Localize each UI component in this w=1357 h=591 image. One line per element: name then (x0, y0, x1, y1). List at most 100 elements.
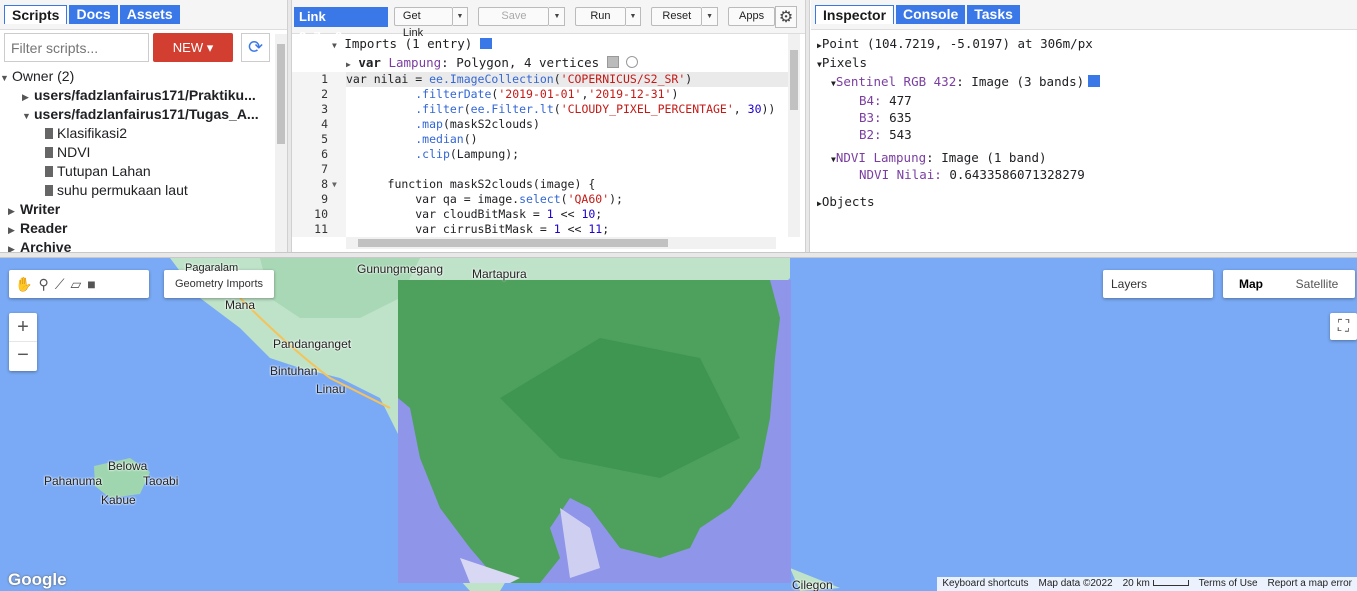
file-icon (45, 128, 53, 139)
tab-inspector[interactable]: Inspector (815, 5, 895, 24)
report-error-link[interactable]: Report a map error (1263, 577, 1357, 591)
file-icon (45, 147, 53, 158)
line-icon[interactable]: ⟋ (55, 276, 65, 293)
marker-icon[interactable]: ⚲ (38, 276, 48, 293)
tree-writer[interactable]: ▶ Writer (0, 200, 268, 219)
pixels-row[interactable]: ▼Pixels (817, 53, 1347, 72)
scale-line (1152, 580, 1189, 586)
list-icon[interactable] (479, 38, 492, 49)
code-line: 4 .map(maskS2clouds) (292, 117, 792, 132)
keyboard-shortcuts-link[interactable]: Keyboard shortcuts (937, 577, 1033, 591)
hand-icon[interactable]: ✋ (15, 276, 32, 293)
run-button[interactable]: Run (575, 7, 626, 26)
fold-icon[interactable]: ▼ (332, 177, 346, 192)
left-tabbar: Scripts Docs Assets (0, 0, 287, 30)
fullscreen-icon[interactable]: ⛶ (1330, 313, 1357, 340)
filter-scripts-input[interactable] (4, 33, 149, 62)
tree-archive[interactable]: ▶ Archive (0, 238, 268, 252)
code-scrollbar-h[interactable] (346, 237, 776, 249)
geometry-icon[interactable] (626, 56, 639, 68)
layer-sentinel-row[interactable]: ▼Sentinel RGB 432: Image (3 bands) (817, 72, 1347, 91)
caret-right-icon: ▶ (8, 225, 15, 235)
zoom-control: + − (9, 313, 37, 371)
reset-dropdown-icon[interactable]: ▼ (702, 7, 719, 26)
scroll-thumb[interactable] (277, 44, 285, 144)
imports-header[interactable]: ▼ Imports (1 entry) (292, 34, 805, 53)
get-link-dropdown-icon[interactable]: ▼ (452, 7, 469, 26)
imports-section: ▼ Imports (1 entry) ▶ var Lampung: Polyg… (292, 34, 805, 72)
code-editor-panel: Link 2e7ea9... Get Link ▼ Save ▼ Run ▼ Rese… (292, 0, 805, 252)
geometry-imports-button[interactable]: Geometry Imports (164, 270, 274, 298)
right-tabbar: Inspector Console Tasks (811, 0, 1357, 30)
tab-console[interactable]: Console (896, 5, 966, 24)
map-data-text: Map data ©2022 (1038, 578, 1113, 589)
code-line: 6 .clip(Lampung); (292, 147, 792, 162)
layers-button[interactable]: Layers (1103, 270, 1213, 298)
settings-icon[interactable] (606, 56, 619, 68)
tab-scripts[interactable]: Scripts (4, 5, 68, 24)
code-scrollbar-v[interactable] (788, 34, 800, 237)
tab-docs[interactable]: Docs (69, 5, 118, 24)
save-button[interactable]: Save (478, 7, 550, 26)
chart-icon[interactable] (1088, 75, 1101, 87)
place-label: Gunungmegang (357, 262, 444, 276)
tab-assets[interactable]: Assets (119, 5, 180, 24)
script-title[interactable]: Link 2e7ea9... (294, 6, 388, 44)
tree-file[interactable]: NDVI (0, 143, 268, 162)
code-line: 5 .median() (292, 132, 792, 147)
splitter-right[interactable] (805, 0, 810, 252)
tree-repo-praktikum[interactable]: ▶ users/fadzlanfairus171/Praktiku... (0, 86, 268, 105)
satellite-button[interactable]: Satellite (1279, 270, 1355, 298)
code-area[interactable]: 1 var nilai = ee.ImageCollection('COPERNI… (292, 72, 792, 237)
caret-down-icon: ▼ (332, 41, 337, 50)
code-line: 8 ▼ function maskS2clouds(image) { (292, 177, 792, 192)
polygon-icon[interactable]: ▱ (71, 276, 82, 293)
drawing-tools: ✋ ⚲ ⟋ ▱ ■ (9, 270, 149, 298)
new-button[interactable]: NEW ▾ (153, 33, 233, 62)
tree-repo-tugas[interactable]: ▼ users/fadzlanfairus171/Tugas_A... (0, 105, 268, 124)
refresh-icon[interactable]: ⟳ (241, 33, 270, 62)
map-view[interactable]: ✋ ⚲ ⟋ ▱ ■ Geometry Imports + − Layers Ma… (0, 258, 1357, 591)
caret-down-icon: ▼ (0, 73, 9, 83)
place-label: Taoabi (143, 474, 179, 488)
scroll-thumb[interactable] (790, 50, 798, 110)
import-lampung[interactable]: ▶ var Lampung: Polygon, 4 vertices (292, 53, 805, 72)
place-label: Mana (225, 298, 256, 312)
tree-file[interactable]: Tutupan Lahan (0, 162, 268, 181)
point-row[interactable]: ▶Point (104.7219, -5.0197) at 306m/px (817, 34, 1347, 53)
save-dropdown-icon[interactable]: ▼ (549, 7, 566, 26)
apps-button[interactable]: Apps (728, 7, 776, 26)
tree-owner[interactable]: ▼ Owner (2) (0, 67, 268, 86)
map-type-toggle: Map Satellite (1223, 270, 1355, 298)
map-background (94, 258, 840, 591)
map-type-button[interactable]: Map (1223, 270, 1279, 298)
code-line: 9 var qa = image.select('QA60'); (292, 192, 792, 207)
tree-reader[interactable]: ▶ Reader (0, 219, 268, 238)
tree-file[interactable]: Klasifikasi2 (0, 124, 268, 143)
scroll-thumb[interactable] (358, 239, 668, 247)
rectangle-icon[interactable]: ■ (87, 276, 95, 292)
code-line: 1 var nilai = ee.ImageCollection('COPERNI… (292, 72, 792, 87)
scripts-panel: Scripts Docs Assets NEW ▾ ⟳ ▼Owner (2) ▶… (0, 0, 287, 252)
tab-tasks[interactable]: Tasks (967, 5, 1020, 24)
objects-row[interactable]: ▶Objects (817, 192, 1347, 211)
terms-link[interactable]: Terms of Use (1194, 577, 1263, 591)
get-link-button[interactable]: Get Link (393, 7, 453, 39)
place-label: Belowa (108, 459, 148, 473)
run-dropdown-icon[interactable]: ▼ (625, 7, 642, 26)
gear-icon[interactable]: ⚙ (775, 5, 797, 28)
caret-right-icon: ▶ (346, 60, 351, 69)
zoom-out-button[interactable]: − (9, 342, 37, 371)
caret-right-icon: ▶ (22, 92, 29, 102)
band-row: B2: 543 (859, 127, 912, 142)
code-line: 10 var cloudBitMask = 1 << 10; (292, 207, 792, 222)
place-label: Bintuhan (270, 364, 318, 378)
scripts-scrollbar[interactable] (275, 34, 287, 252)
place-label: Pahanuma (44, 474, 103, 488)
place-label: Pagaralam (185, 262, 239, 274)
place-label: Kabue (101, 493, 136, 507)
zoom-in-button[interactable]: + (9, 313, 37, 342)
code-line: 3 .filter(ee.Filter.lt('CLOUDY_PIXEL_PER… (292, 102, 792, 117)
tree-file[interactable]: suhu permukaan laut (0, 181, 268, 200)
reset-button[interactable]: Reset (651, 7, 703, 26)
